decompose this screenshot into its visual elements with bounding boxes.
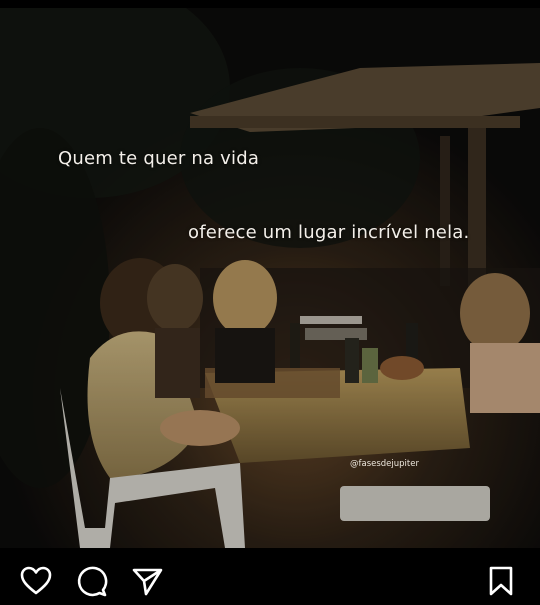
top-bar [0,0,540,8]
bookmark-icon[interactable] [484,565,518,597]
caption-line-1: Quem te quer na vida [58,148,260,169]
caption-line-2: oferece um lugar incrível nela. [188,222,470,243]
photo-scene [0,8,540,548]
post-image[interactable]: Quem te quer na vida oferece um lugar in… [0,8,540,548]
paper-plane-icon[interactable] [130,565,164,597]
post-action-bar [0,548,540,605]
comment-icon[interactable] [75,565,109,597]
heart-icon[interactable] [19,565,53,597]
watermark-handle: @fasesdejupiter [350,459,419,469]
